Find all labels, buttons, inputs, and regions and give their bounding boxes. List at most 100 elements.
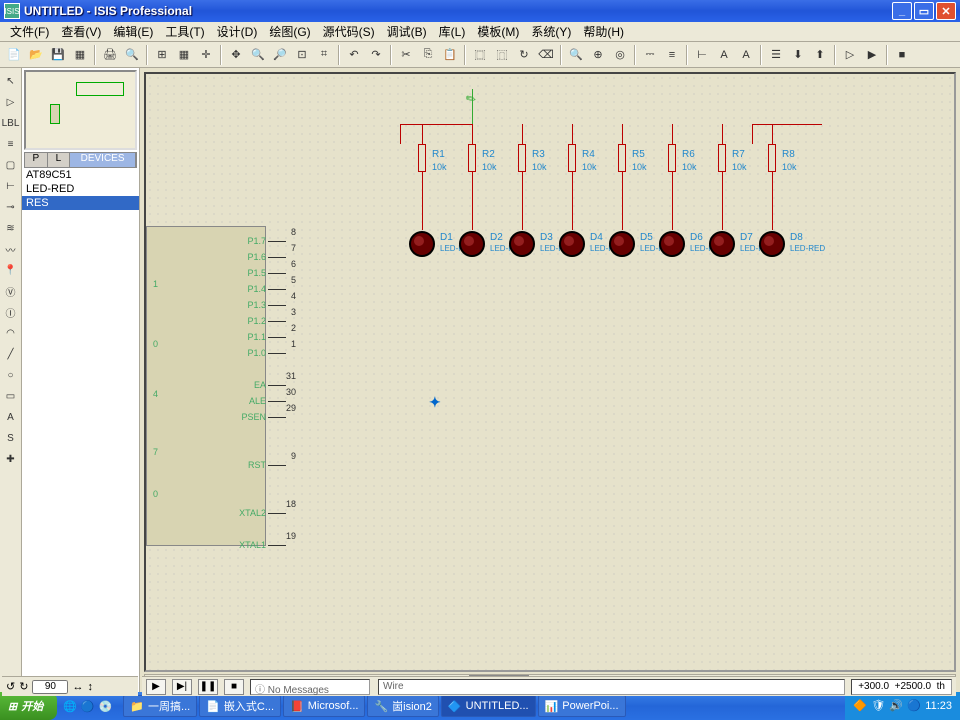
- pin-EA[interactable]: EA31: [254, 379, 286, 391]
- overview-panel[interactable]: [24, 70, 137, 150]
- taskbar-task[interactable]: 📕Microsof...: [283, 695, 365, 717]
- tool-sym[interactable]: S: [2, 429, 20, 447]
- tool-pin[interactable]: ⊸: [2, 198, 20, 216]
- cut-button[interactable]: ✂: [396, 45, 416, 65]
- quick-launch-icon[interactable]: 🌐: [63, 700, 77, 713]
- bom-button[interactable]: ☰: [766, 45, 786, 65]
- menu-item[interactable]: 模板(M): [471, 21, 525, 42]
- tray-icon[interactable]: 🛡: [871, 699, 885, 713]
- tool-text[interactable]: ≡: [2, 135, 20, 153]
- led-D4[interactable]: [559, 231, 585, 257]
- taskbar-task[interactable]: 📁一周搞...: [123, 695, 197, 717]
- resistor-R1[interactable]: [418, 144, 426, 172]
- A2-button[interactable]: A: [736, 45, 756, 65]
- zoom-fit-button[interactable]: ⊡: [292, 45, 312, 65]
- zoom-comp-button[interactable]: ⊕: [588, 45, 608, 65]
- tool-rect[interactable]: ▭: [2, 387, 20, 405]
- mode-devices[interactable]: DEVICES: [70, 153, 136, 167]
- quick-launch-icon[interactable]: 🔵: [81, 700, 95, 713]
- quick-launch-icon[interactable]: 💿: [99, 700, 113, 713]
- rotate-cw-button[interactable]: ↻: [19, 680, 28, 693]
- resistor-R4[interactable]: [568, 144, 576, 172]
- open-button[interactable]: 📂: [26, 45, 46, 65]
- clock[interactable]: 11:23: [925, 700, 952, 712]
- pan-button[interactable]: ✥: [226, 45, 246, 65]
- schematic-canvas[interactable]: 1 0 4 7 0 P1.78P1.67P1.56P1.45P1.34P1.23…: [144, 72, 956, 672]
- menu-item[interactable]: 系统(Y): [525, 21, 577, 42]
- system-tray[interactable]: 🔶 🛡 🔊 🔵 11:23: [845, 692, 960, 720]
- origin-button[interactable]: ✛: [196, 45, 216, 65]
- paste-button[interactable]: 📋: [440, 45, 460, 65]
- tool-plus[interactable]: ✚: [2, 450, 20, 468]
- tool-lbl[interactable]: LBL: [2, 114, 20, 132]
- tool-graph[interactable]: ≋: [2, 219, 20, 237]
- grid-button[interactable]: ▦: [174, 45, 194, 65]
- block-copy-button[interactable]: ⿴: [470, 45, 490, 65]
- bus-button[interactable]: ≡: [662, 45, 682, 65]
- block-delete-button[interactable]: ⌫: [536, 45, 556, 65]
- menu-item[interactable]: 文件(F): [4, 21, 55, 42]
- menu-item[interactable]: 设计(D): [211, 21, 264, 42]
- pin-P1.0[interactable]: P1.01: [247, 347, 286, 359]
- stop-button[interactable]: ■: [892, 45, 912, 65]
- mode-p[interactable]: P: [25, 153, 48, 167]
- block-rotate-button[interactable]: ↻: [514, 45, 534, 65]
- tool-V[interactable]: Ⓥ: [2, 282, 20, 300]
- menu-item[interactable]: 帮助(H): [577, 21, 630, 42]
- redo-button[interactable]: ↷: [366, 45, 386, 65]
- tool-text2[interactable]: A: [2, 408, 20, 426]
- tool-I[interactable]: Ⓘ: [2, 303, 20, 321]
- taskbar-task[interactable]: 📊PowerPoi...: [538, 695, 626, 717]
- zoom-in-button[interactable]: 🔍: [248, 45, 268, 65]
- flip-v-button[interactable]: ↕: [87, 681, 93, 693]
- menu-item[interactable]: 绘图(G): [263, 21, 316, 42]
- tool-gen[interactable]: 〰: [2, 240, 20, 258]
- tool-circle[interactable]: ○: [2, 366, 20, 384]
- import-button[interactable]: ⬇: [788, 45, 808, 65]
- resistor-R3[interactable]: [518, 144, 526, 172]
- resistor-R6[interactable]: [668, 144, 676, 172]
- grid-select-button[interactable]: ⊞: [152, 45, 172, 65]
- export-button[interactable]: ⬆: [810, 45, 830, 65]
- pin-XTAL2[interactable]: XTAL218: [239, 507, 286, 519]
- block-move-button[interactable]: ⿵: [492, 45, 512, 65]
- pin-P1.6[interactable]: P1.67: [247, 251, 286, 263]
- preview-button[interactable]: 🔍: [122, 45, 142, 65]
- menu-item[interactable]: 查看(V): [55, 21, 107, 42]
- led-D7[interactable]: [709, 231, 735, 257]
- mode-l[interactable]: L: [48, 153, 71, 167]
- run2-button[interactable]: ▶: [862, 45, 882, 65]
- led-D2[interactable]: [459, 231, 485, 257]
- find-button[interactable]: 🔍: [566, 45, 586, 65]
- menu-item[interactable]: 库(L): [433, 21, 472, 42]
- led-D3[interactable]: [509, 231, 535, 257]
- terms-button[interactable]: ⊢: [692, 45, 712, 65]
- led-D8[interactable]: [759, 231, 785, 257]
- area-button[interactable]: ▦: [70, 45, 90, 65]
- close-button[interactable]: ✕: [936, 2, 956, 20]
- print-button[interactable]: 🖨: [100, 45, 120, 65]
- device-item[interactable]: LED-RED: [22, 182, 139, 196]
- play-button[interactable]: ▶: [146, 679, 166, 695]
- pin-P1.1[interactable]: P1.12: [247, 331, 286, 343]
- device-list[interactable]: AT89C51LED-REDRES: [22, 168, 139, 692]
- maximize-button[interactable]: ▭: [914, 2, 934, 20]
- component-at89c51[interactable]: 1 0 4 7 0 P1.78P1.67P1.56P1.45P1.34P1.23…: [146, 226, 266, 546]
- start-button[interactable]: ⊞ 开始: [0, 692, 57, 720]
- pin-RST[interactable]: RST9: [248, 459, 286, 471]
- wire-button[interactable]: ⎓: [640, 45, 660, 65]
- tool-arc[interactable]: ◠: [2, 324, 20, 342]
- tool-comp[interactable]: ▷: [2, 93, 20, 111]
- led-D6[interactable]: [659, 231, 685, 257]
- taskbar-task[interactable]: 🔧崮ision2: [367, 695, 438, 717]
- tool-line[interactable]: ╱: [2, 345, 20, 363]
- resistor-R2[interactable]: [468, 144, 476, 172]
- taskbar-task[interactable]: 🔷UNTITLED...: [441, 695, 536, 717]
- pin-P1.4[interactable]: P1.45: [247, 283, 286, 295]
- flip-h-button[interactable]: ↔: [72, 681, 83, 693]
- tray-icon[interactable]: 🔶: [853, 699, 867, 713]
- pin-PSEN[interactable]: PSEN29: [241, 411, 286, 423]
- save-button[interactable]: 💾: [48, 45, 68, 65]
- resistor-R5[interactable]: [618, 144, 626, 172]
- pause-button[interactable]: ❚❚: [198, 679, 218, 695]
